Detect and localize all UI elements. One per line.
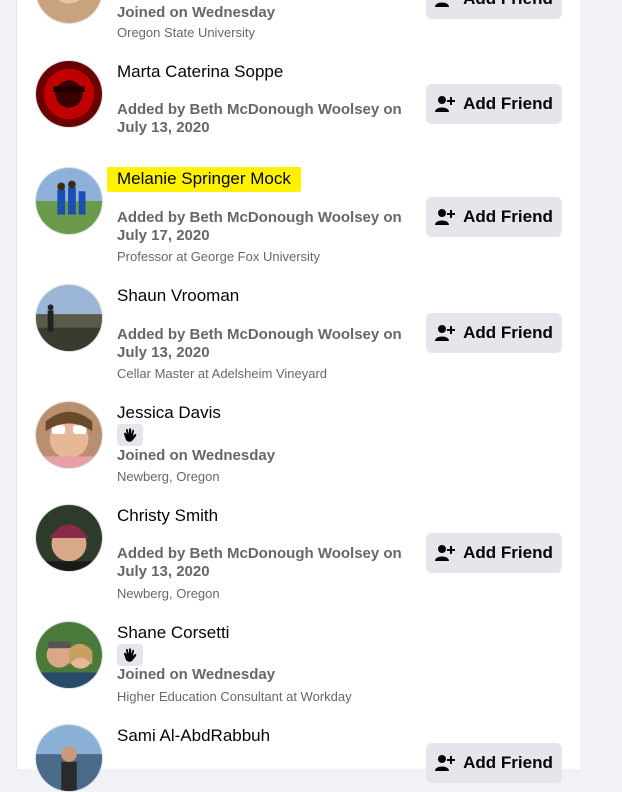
add-friend-label: Add Friend <box>463 543 553 562</box>
avatar[interactable] <box>35 167 103 235</box>
member-status: Added by Beth McDonough Woolsey on July … <box>117 101 402 136</box>
add-friend-label: Add Friend <box>463 207 553 226</box>
add-friend-label: Add Friend <box>463 323 553 342</box>
person-plus-icon <box>435 2 450 7</box>
avatar[interactable] <box>35 504 103 572</box>
member-status: Joined on Wednesday <box>117 447 276 464</box>
member-status: Joined on Wednesday <box>117 666 276 683</box>
add-friend-button[interactable]: Add Friend <box>426 84 562 124</box>
member-status: Added by Beth McDonough Woolsey on July … <box>117 326 402 361</box>
waving-hand-icon <box>124 648 137 662</box>
wave-button[interactable] <box>117 424 143 446</box>
add-friend-label: Add Friend <box>463 94 553 113</box>
member-detail: Cellar Master at Adelsheim Vineyard <box>117 366 328 381</box>
member-name[interactable]: Jessica Davis <box>117 403 221 423</box>
member-name[interactable]: Marta Caterina Soppe <box>117 62 283 82</box>
member-name[interactable]: Shaun Vrooman <box>117 286 239 306</box>
member-detail: Newberg, Oregon <box>117 469 220 484</box>
add-friend-button[interactable]: Add Friend <box>426 0 562 19</box>
avatar[interactable] <box>35 724 103 792</box>
avatar[interactable] <box>35 0 103 24</box>
member-name[interactable]: Christy Smith <box>117 506 218 526</box>
avatar[interactable] <box>35 621 103 689</box>
waving-hand-icon <box>124 428 137 442</box>
person-plus-icon <box>435 325 456 341</box>
wave-button[interactable] <box>117 644 143 666</box>
person-plus-icon <box>435 545 456 561</box>
add-friend-label: Add Friend <box>463 0 553 9</box>
member-detail: Oregon State University <box>117 25 256 40</box>
avatar[interactable] <box>35 284 103 352</box>
member-status: Added by Beth McDonough Woolsey on July … <box>117 209 402 244</box>
member-detail: Higher Education Consultant at Workday <box>117 689 352 704</box>
members-list-card: Joined on Wednesday Oregon State Univers… <box>16 0 582 792</box>
avatar[interactable] <box>35 401 103 469</box>
add-friend-label: Add Friend <box>463 753 553 772</box>
person-plus-icon <box>435 96 456 112</box>
member-status: Joined on Wednesday <box>117 4 276 21</box>
add-friend-button[interactable]: Add Friend <box>426 533 562 573</box>
add-friend-button[interactable]: Add Friend <box>426 313 562 353</box>
member-status: Added by Beth McDonough Woolsey on July … <box>117 545 402 580</box>
add-friend-button[interactable]: Add Friend <box>426 197 562 237</box>
member-name[interactable]: Sami Al-AbdRabbuh <box>117 726 270 746</box>
member-name[interactable]: Shane Corsetti <box>117 623 229 643</box>
member-name[interactable]: Melanie Springer Mock <box>107 167 301 192</box>
page-background-edge <box>580 0 622 769</box>
person-plus-icon <box>435 209 456 225</box>
member-detail: Professor at George Fox University <box>117 249 321 264</box>
add-friend-button[interactable]: Add Friend <box>426 743 562 783</box>
avatar[interactable] <box>35 60 103 128</box>
person-plus-icon <box>435 755 456 771</box>
member-detail: Newberg, Oregon <box>117 586 220 601</box>
